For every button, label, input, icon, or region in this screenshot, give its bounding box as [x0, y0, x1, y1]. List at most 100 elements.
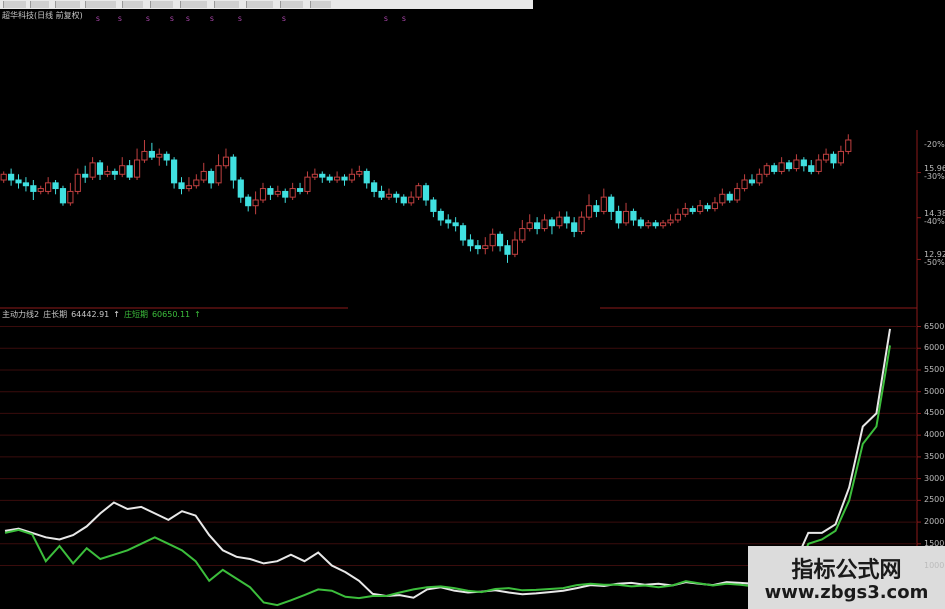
candle-body — [800, 159, 807, 167]
candle-body — [808, 165, 815, 172]
candle-body — [8, 173, 15, 181]
candle-body — [22, 182, 30, 187]
long-value: 64442.91 — [71, 310, 110, 319]
candle-body — [771, 165, 778, 172]
candle-body — [148, 150, 155, 158]
candle-body — [393, 193, 400, 198]
candle-body — [845, 139, 852, 152]
candle-body — [126, 165, 133, 178]
watermark-url: www.zbgs3.com — [764, 582, 929, 603]
candle-body — [282, 190, 289, 198]
candle-body — [200, 170, 207, 181]
candle-body — [208, 170, 215, 184]
candle-body — [311, 173, 318, 178]
candle-body — [156, 153, 163, 158]
indicator-legend: 主动力线2 庄长期 64442.91 ↑ 庄短期 60650.11 ↑ — [2, 309, 205, 320]
candle-body — [541, 219, 548, 230]
y-tick-label: 60000 — [924, 343, 945, 353]
candle-body — [822, 153, 830, 161]
candle-body — [193, 179, 200, 187]
candle-body — [726, 193, 733, 201]
candle-body — [652, 222, 659, 227]
candle-body — [437, 210, 444, 221]
candle-body — [422, 185, 430, 201]
candle-body — [452, 222, 459, 227]
candle-body — [622, 210, 630, 224]
indicator-name: 主动力线2 — [2, 310, 40, 319]
y-tick-label: 20000 — [924, 517, 945, 527]
candle-body — [556, 216, 563, 227]
candle-body — [371, 182, 378, 192]
y-tick-label: 40000 — [924, 430, 945, 440]
candle-body — [741, 179, 748, 190]
candle-body — [74, 173, 81, 192]
candle-body — [252, 199, 259, 207]
candle-body — [96, 162, 104, 175]
candle-body — [734, 188, 741, 201]
candle-body — [341, 176, 348, 181]
candle-body — [534, 222, 541, 230]
candle-body — [496, 233, 504, 247]
chart-window: 超华科技(日线 前复权) S S S S S S S S S S 主动力线2 庄长… — [0, 0, 945, 609]
chart-canvas[interactable] — [0, 0, 945, 609]
candle-body — [304, 176, 311, 192]
candle-body — [267, 188, 274, 195]
candle-body — [326, 176, 333, 181]
candle-body — [704, 205, 711, 210]
candle-body — [119, 165, 126, 175]
long-label: 庄长期 — [43, 310, 68, 319]
y-tick-label: 35000 — [924, 451, 945, 461]
candle-body — [59, 188, 67, 204]
candle-body — [400, 196, 407, 204]
y-tick-label: 45000 — [924, 408, 945, 418]
candle-body — [82, 173, 89, 178]
candle-body — [689, 208, 696, 212]
candle-body — [415, 185, 422, 198]
candle-body — [511, 239, 518, 255]
y-tick-label: 65000 — [924, 321, 945, 331]
pct-tick-label: -20% — [924, 140, 945, 149]
y-tick-label: 15000 — [924, 538, 945, 548]
y-tick-label: 55000 — [924, 364, 945, 374]
candle-body — [37, 188, 44, 192]
candle-body — [45, 182, 52, 192]
short-value: 60650.11 — [151, 310, 191, 319]
candle-body — [459, 225, 467, 241]
candle-body — [474, 245, 481, 250]
pct-tick-label: -40% — [924, 216, 945, 226]
long-arrow-icon: ↑ — [113, 310, 120, 319]
candle-body — [711, 202, 719, 210]
candle-body — [756, 173, 763, 184]
candle-body — [133, 159, 141, 178]
y-tick-label: 10000 — [924, 560, 945, 570]
candle-body — [593, 205, 600, 212]
candle-body — [467, 239, 474, 247]
candle-body — [793, 159, 800, 170]
candle-body — [89, 162, 96, 178]
candle-body — [259, 188, 267, 201]
candle-body — [222, 156, 230, 167]
candle-body — [237, 179, 244, 198]
candle-body — [659, 222, 667, 227]
candle-body — [667, 219, 674, 224]
candle-body — [289, 188, 296, 198]
candle-body — [585, 205, 593, 218]
candle-body — [548, 219, 556, 227]
candle-body — [563, 216, 570, 224]
candle-body — [697, 205, 704, 212]
candle-body — [615, 210, 622, 224]
y-tick-label: 25000 — [924, 495, 945, 505]
candle-body — [378, 190, 385, 198]
candle-body — [296, 188, 304, 192]
watermark: 指标公式网 www.zbgs3.com — [748, 546, 945, 609]
candle-body — [274, 190, 281, 195]
candle-body — [163, 153, 170, 161]
candle-body — [682, 208, 689, 215]
candle-body — [356, 170, 363, 175]
candle-body — [637, 219, 644, 227]
candle-body — [489, 233, 496, 247]
candle-body — [519, 228, 526, 241]
y-tick-label: 50000 — [924, 386, 945, 396]
candle-body — [630, 210, 637, 221]
candle-body — [482, 245, 489, 250]
